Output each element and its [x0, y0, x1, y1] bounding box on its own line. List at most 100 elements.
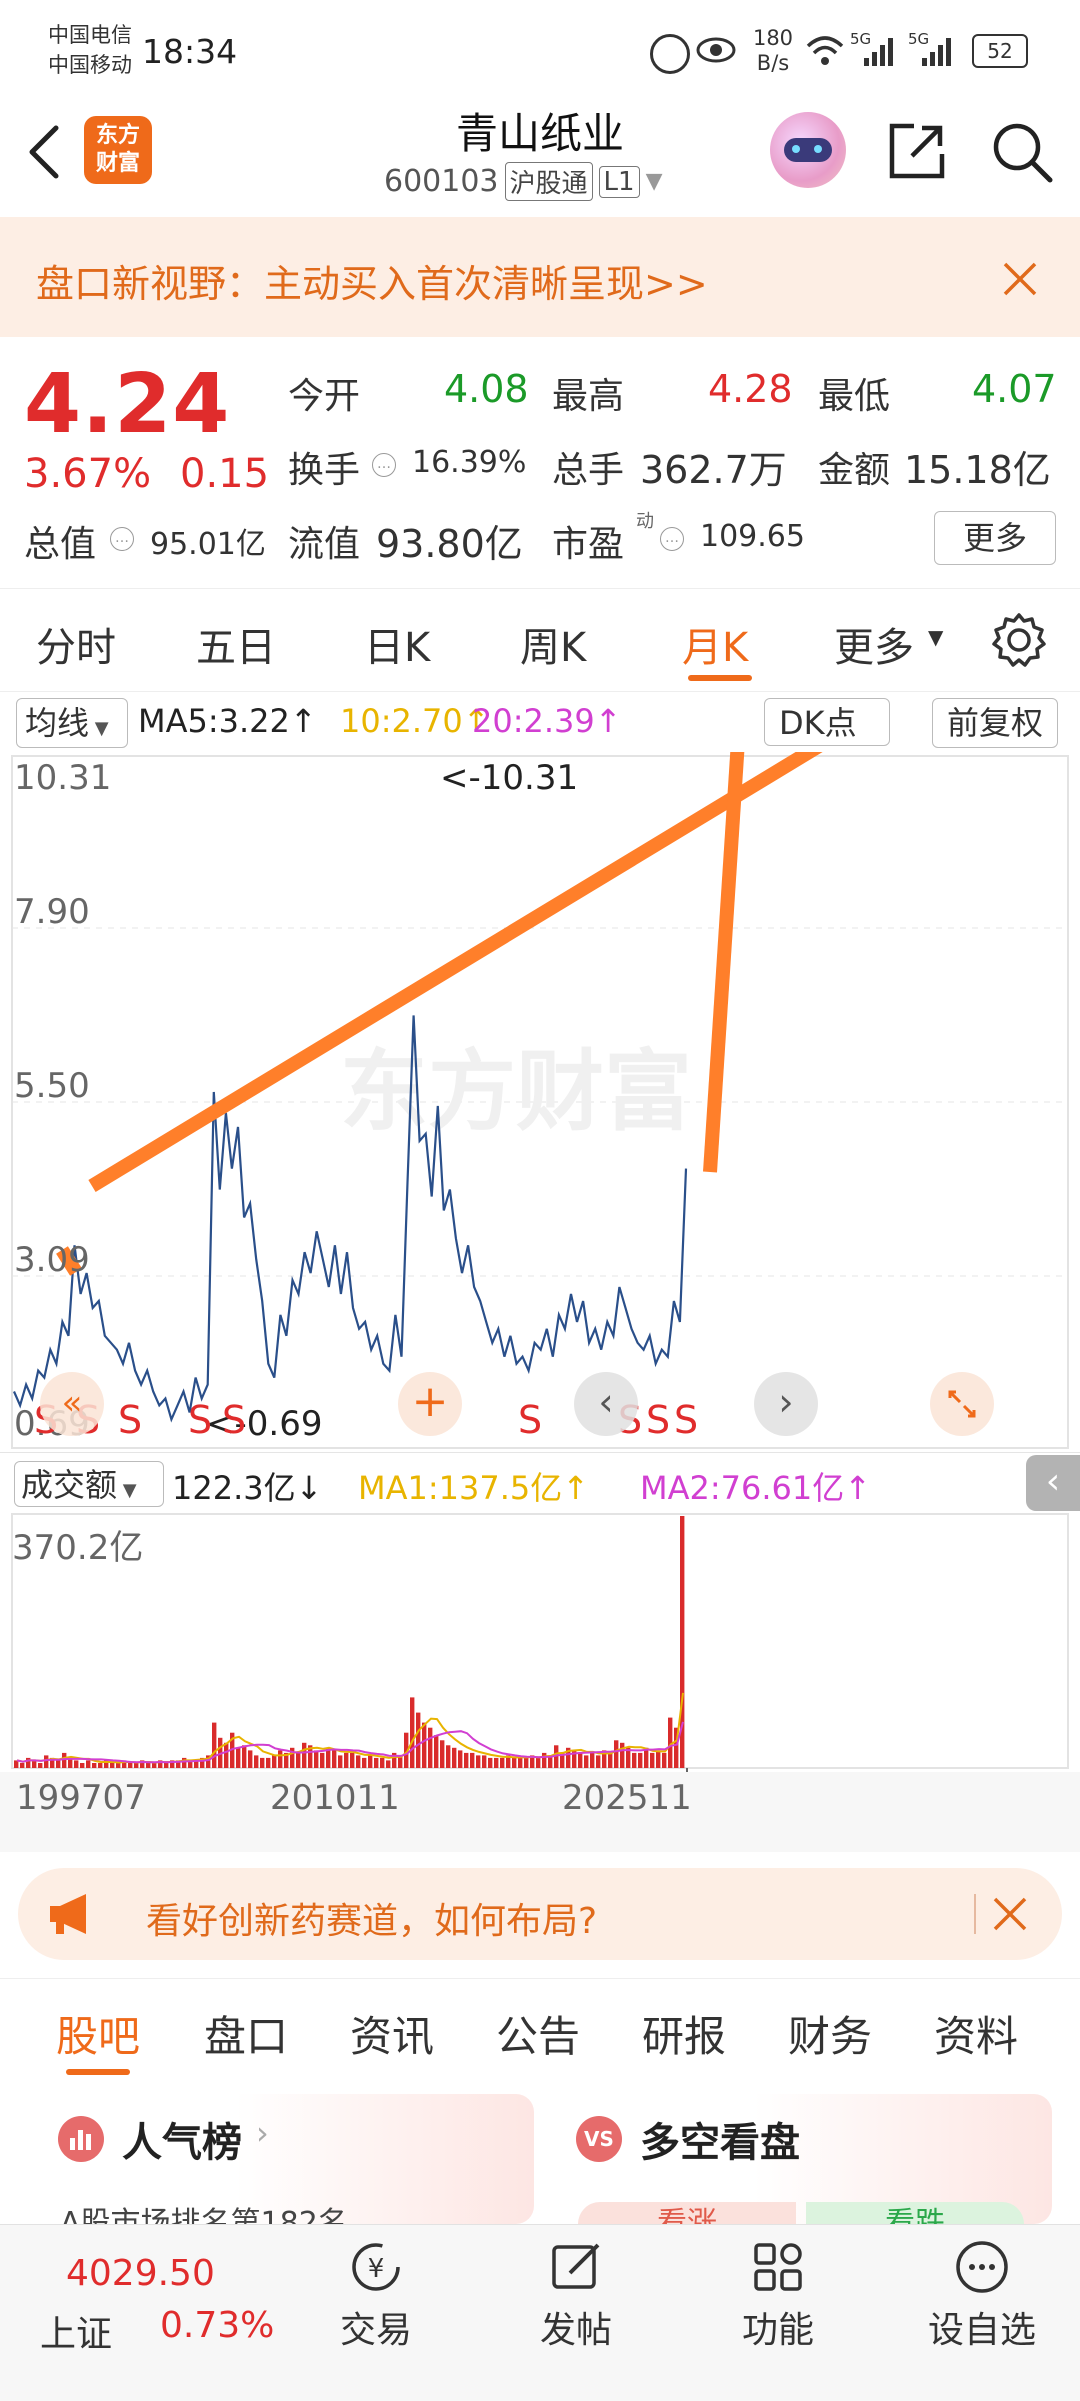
- tab-daily-k[interactable]: 日K: [364, 615, 430, 673]
- more-button[interactable]: 更多: [934, 511, 1056, 565]
- ma20-legend: 20:2.39↑: [472, 702, 622, 740]
- index-value[interactable]: 4029.50: [66, 2253, 215, 2294]
- tab-more[interactable]: 更多: [834, 615, 914, 673]
- tab-five-day[interactable]: 五日: [196, 615, 276, 673]
- volume-bar: [458, 1750, 463, 1768]
- tab-monthly-k[interactable]: 月K: [682, 615, 748, 673]
- popularity-card[interactable]: 人气榜 › A股市场排名第182名: [36, 2094, 534, 2224]
- volume-bar: [650, 1752, 655, 1768]
- volume-bar: [638, 1752, 643, 1768]
- volume-bar: [494, 1757, 499, 1768]
- promo-banner-text[interactable]: 盘口新视野：主动买入首次清晰呈现>>: [36, 253, 708, 308]
- last-price: 4.24: [24, 357, 231, 452]
- fullscreen-button[interactable]: [930, 1372, 994, 1436]
- pe-value: 109.65: [700, 519, 805, 554]
- bull-bear-card[interactable]: VS 多空看盘 看涨 看跌: [554, 2094, 1052, 2224]
- volume-bar: [452, 1747, 457, 1768]
- close-icon[interactable]: [1002, 261, 1038, 297]
- tab-announcements[interactable]: 公告: [496, 2003, 580, 2064]
- eye-icon: [696, 37, 736, 63]
- info-icon[interactable]: …: [660, 527, 684, 551]
- post-label[interactable]: 发帖: [536, 2301, 616, 2353]
- functions-label[interactable]: 功能: [738, 2301, 818, 2353]
- tab-orderbook[interactable]: 盘口: [204, 2003, 288, 2064]
- tab-forum[interactable]: 股吧: [56, 2003, 140, 2064]
- volume-bar: [662, 1752, 667, 1768]
- add-watchlist-button[interactable]: 设自选: [922, 2237, 1042, 2353]
- scroll-left-fast-button[interactable]: «: [40, 1372, 104, 1436]
- more-circle-icon: [956, 2241, 1008, 2293]
- promo-banner[interactable]: 盘口新视野：主动买入首次清晰呈现>>: [0, 217, 1080, 337]
- scroll-left-button[interactable]: ‹: [574, 1372, 638, 1436]
- share-icon[interactable]: [886, 120, 948, 182]
- more-caret-icon[interactable]: ▼: [928, 625, 943, 649]
- kline-chart[interactable]: 东方财富 10.31 7.90 5.50 3.09 0.69 <-10.31 <…: [0, 752, 1080, 1452]
- volume-value: 122.3亿↓: [172, 1469, 323, 1507]
- gear-icon[interactable]: [990, 611, 1048, 669]
- trade-label[interactable]: 交易: [336, 2301, 416, 2353]
- scroll-right-button[interactable]: ›: [754, 1372, 818, 1436]
- index-name[interactable]: 上证: [40, 2305, 112, 2357]
- clock: 18:34: [142, 32, 238, 71]
- functions-button[interactable]: 功能: [738, 2237, 818, 2353]
- volume-bar: [302, 1742, 307, 1768]
- high-value: 4.28: [708, 367, 793, 411]
- volume-bar: [446, 1745, 451, 1768]
- volume-bar: [524, 1757, 529, 1768]
- volume-bar: [482, 1755, 487, 1768]
- search-icon[interactable]: [990, 120, 1054, 184]
- index-change[interactable]: 0.73%: [160, 2305, 274, 2346]
- popularity-title: 人气榜: [122, 2120, 242, 2166]
- tab-profile[interactable]: 资料: [934, 2003, 1018, 2064]
- data-saver-icon: [650, 34, 690, 74]
- dropdown-icon[interactable]: ▼: [646, 169, 663, 194]
- open-label: 今开: [288, 376, 361, 417]
- bear-button[interactable]: 看跌: [806, 2202, 1024, 2224]
- signal-1-icon: [864, 38, 893, 66]
- net-speed: 180 B/s: [752, 26, 794, 75]
- volume-bar: [248, 1750, 253, 1768]
- add-watchlist-label[interactable]: 设自选: [922, 2301, 1042, 2353]
- volume-bar: [470, 1752, 475, 1768]
- ad-bar[interactable]: 看好创新药赛道，如何布局?: [18, 1868, 1062, 1960]
- chevron-right-icon: ›: [256, 2114, 269, 2152]
- volume-selector[interactable]: 成交额 ▼: [14, 1461, 164, 1507]
- dk-point-button[interactable]: DK点: [764, 698, 890, 746]
- volume-bar: [440, 1740, 445, 1768]
- y-tick: 7.90: [14, 892, 90, 932]
- tab-finance[interactable]: 财务: [788, 2003, 872, 2064]
- bull-button[interactable]: 看涨: [578, 2202, 796, 2224]
- ma-selector[interactable]: 均线 ▼: [16, 698, 128, 748]
- tab-research[interactable]: 研报: [642, 2003, 726, 2064]
- wifi-icon: [806, 36, 844, 65]
- divider: [974, 1894, 976, 1934]
- tab-weekly-k[interactable]: 周K: [520, 615, 586, 673]
- tab-news[interactable]: 资讯: [350, 2003, 434, 2064]
- post-button[interactable]: 发帖: [536, 2237, 616, 2353]
- volume-plot[interactable]: [0, 1512, 1080, 1772]
- side-panel-toggle[interactable]: ‹: [1026, 1455, 1080, 1511]
- x-axis-band: [0, 1772, 1080, 1852]
- volume-bar: [374, 1757, 379, 1768]
- volume-bar: [128, 1763, 133, 1768]
- info-icon[interactable]: …: [372, 453, 396, 477]
- battery-icon: 52: [972, 34, 1028, 68]
- close-icon[interactable]: [992, 1896, 1028, 1932]
- assistant-avatar-icon[interactable]: [770, 112, 846, 188]
- volume-ma1: MA1:137.5亿↑: [358, 1469, 590, 1507]
- info-icon[interactable]: …: [110, 527, 134, 551]
- trade-button[interactable]: ¥ 交易: [336, 2237, 416, 2353]
- volume-bar: [320, 1752, 325, 1768]
- tab-intraday[interactable]: 分时: [36, 615, 116, 673]
- ad-text[interactable]: 看好创新药赛道，如何布局?: [146, 1892, 597, 1944]
- volume-bar: [656, 1750, 661, 1768]
- volume-bar: [92, 1763, 97, 1768]
- volume-chart[interactable]: 370.2亿 199707 201011 202511: [0, 1512, 1080, 1852]
- stock-code-row: 600103 沪股通 L1 ▼: [384, 162, 663, 201]
- volume-bar: [542, 1752, 547, 1768]
- volume-bar: [338, 1755, 343, 1768]
- volume-bar: [110, 1763, 115, 1768]
- kline-plot[interactable]: 东方财富: [0, 752, 1080, 1452]
- adjust-button[interactable]: 前复权: [932, 698, 1058, 748]
- zoom-in-button[interactable]: +: [398, 1372, 462, 1436]
